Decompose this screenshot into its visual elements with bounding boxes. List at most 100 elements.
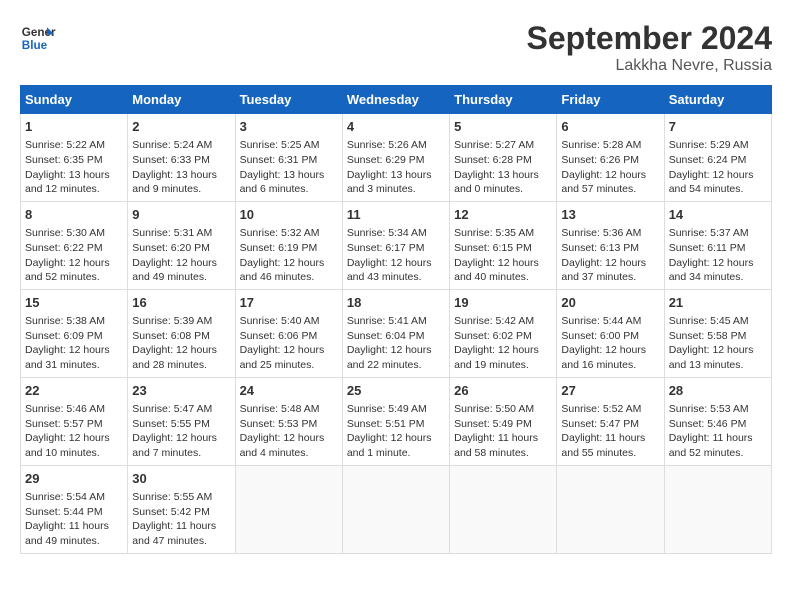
day-number: 10 <box>240 206 338 224</box>
calendar-cell: 23Sunrise: 5:47 AMSunset: 5:55 PMDayligh… <box>128 377 235 465</box>
calendar-cell <box>450 465 557 553</box>
day-info: Sunrise: 5:45 AM <box>669 314 767 329</box>
day-info: Sunset: 6:17 PM <box>347 241 445 256</box>
day-info: Daylight: 12 hours and 22 minutes. <box>347 343 445 372</box>
day-info: Sunrise: 5:52 AM <box>561 402 659 417</box>
calendar-cell: 22Sunrise: 5:46 AMSunset: 5:57 PMDayligh… <box>21 377 128 465</box>
day-number: 1 <box>25 118 123 136</box>
day-info: Daylight: 12 hours and 25 minutes. <box>240 343 338 372</box>
day-number: 21 <box>669 294 767 312</box>
day-info: Daylight: 12 hours and 34 minutes. <box>669 256 767 285</box>
day-number: 3 <box>240 118 338 136</box>
day-number: 5 <box>454 118 552 136</box>
day-info: Sunset: 6:08 PM <box>132 329 230 344</box>
day-info: Sunset: 6:29 PM <box>347 153 445 168</box>
calendar-cell <box>557 465 664 553</box>
day-info: Sunrise: 5:26 AM <box>347 138 445 153</box>
day-info: Sunset: 6:11 PM <box>669 241 767 256</box>
day-info: Daylight: 11 hours and 47 minutes. <box>132 519 230 548</box>
day-info: Sunset: 6:02 PM <box>454 329 552 344</box>
day-info: Sunset: 6:15 PM <box>454 241 552 256</box>
calendar-cell: 14 Sunrise: 5:37 AMSunset: 6:11 PMDayligh… <box>664 201 771 289</box>
day-header-wednesday: Wednesday <box>342 86 449 114</box>
calendar-cell: 29Sunrise: 5:54 AMSunset: 5:44 PMDayligh… <box>21 465 128 553</box>
calendar-cell: 9Sunrise: 5:31 AMSunset: 6:20 PMDaylight… <box>128 201 235 289</box>
day-info: Sunrise: 5:31 AM <box>132 226 230 241</box>
week-row-5: 29Sunrise: 5:54 AMSunset: 5:44 PMDayligh… <box>21 465 772 553</box>
day-number: 14 <box>669 206 767 224</box>
day-info: Sunset: 5:57 PM <box>25 417 123 432</box>
day-info: Sunset: 6:00 PM <box>561 329 659 344</box>
day-info: Sunset: 6:24 PM <box>669 153 767 168</box>
day-number: 20 <box>561 294 659 312</box>
day-info: Sunrise: 5:37 AM <box>669 226 767 241</box>
day-info: Sunset: 6:31 PM <box>240 153 338 168</box>
day-info: Daylight: 12 hours and 4 minutes. <box>240 431 338 460</box>
day-info: Sunrise: 5:32 AM <box>240 226 338 241</box>
day-number: 15 <box>25 294 123 312</box>
day-number: 29 <box>25 470 123 488</box>
calendar-cell: 24Sunrise: 5:48 AMSunset: 5:53 PMDayligh… <box>235 377 342 465</box>
day-info: Sunrise: 5:55 AM <box>132 490 230 505</box>
day-info: Sunrise: 5:29 AM <box>669 138 767 153</box>
week-row-2: 8Sunrise: 5:30 AMSunset: 6:22 PMDaylight… <box>21 201 772 289</box>
calendar-cell: 18Sunrise: 5:41 AMSunset: 6:04 PMDayligh… <box>342 289 449 377</box>
calendar-cell: 11Sunrise: 5:34 AMSunset: 6:17 PMDayligh… <box>342 201 449 289</box>
day-info: Sunrise: 5:24 AM <box>132 138 230 153</box>
day-info: Sunrise: 5:50 AM <box>454 402 552 417</box>
day-info: Sunrise: 5:42 AM <box>454 314 552 329</box>
day-info: Sunset: 6:04 PM <box>347 329 445 344</box>
day-info: Sunset: 6:28 PM <box>454 153 552 168</box>
day-info: Sunrise: 5:25 AM <box>240 138 338 153</box>
day-number: 26 <box>454 382 552 400</box>
calendar-cell: 8Sunrise: 5:30 AMSunset: 6:22 PMDaylight… <box>21 201 128 289</box>
day-number: 6 <box>561 118 659 136</box>
day-info: Daylight: 11 hours and 55 minutes. <box>561 431 659 460</box>
day-info: Daylight: 12 hours and 1 minute. <box>347 431 445 460</box>
calendar-cell: 16Sunrise: 5:39 AMSunset: 6:08 PMDayligh… <box>128 289 235 377</box>
day-header-friday: Friday <box>557 86 664 114</box>
calendar-cell: 17Sunrise: 5:40 AMSunset: 6:06 PMDayligh… <box>235 289 342 377</box>
day-info: Sunset: 5:44 PM <box>25 505 123 520</box>
day-info: Daylight: 12 hours and 54 minutes. <box>669 168 767 197</box>
day-info: Daylight: 12 hours and 49 minutes. <box>132 256 230 285</box>
day-info: Sunset: 6:20 PM <box>132 241 230 256</box>
calendar-cell: 21Sunrise: 5:45 AMSunset: 5:58 PMDayligh… <box>664 289 771 377</box>
day-info: Daylight: 13 hours and 9 minutes. <box>132 168 230 197</box>
day-info: Daylight: 12 hours and 10 minutes. <box>25 431 123 460</box>
day-number: 22 <box>25 382 123 400</box>
day-info: Daylight: 13 hours and 6 minutes. <box>240 168 338 197</box>
calendar-cell: 5 Sunrise: 5:27 AMSunset: 6:28 PMDaylight… <box>450 114 557 202</box>
day-header-thursday: Thursday <box>450 86 557 114</box>
day-number: 8 <box>25 206 123 224</box>
day-number: 13 <box>561 206 659 224</box>
day-info: Sunset: 6:13 PM <box>561 241 659 256</box>
day-info: Sunrise: 5:44 AM <box>561 314 659 329</box>
day-number: 16 <box>132 294 230 312</box>
svg-text:Blue: Blue <box>22 39 48 52</box>
day-info: Sunset: 5:47 PM <box>561 417 659 432</box>
month-title: September 2024 <box>527 20 772 57</box>
day-info: Sunrise: 5:35 AM <box>454 226 552 241</box>
day-info: Sunrise: 5:49 AM <box>347 402 445 417</box>
day-info: Sunrise: 5:34 AM <box>347 226 445 241</box>
calendar-cell: 6Sunrise: 5:28 AMSunset: 6:26 PMDaylight… <box>557 114 664 202</box>
day-info: Sunrise: 5:27 AM <box>454 138 552 153</box>
day-info: Daylight: 12 hours and 13 minutes. <box>669 343 767 372</box>
logo: General Blue <box>20 20 56 56</box>
day-number: 7 <box>669 118 767 136</box>
day-info: Sunset: 5:46 PM <box>669 417 767 432</box>
title-area: September 2024 Lakkha Nevre, Russia <box>527 20 772 75</box>
calendar-cell: 25Sunrise: 5:49 AMSunset: 5:51 PMDayligh… <box>342 377 449 465</box>
calendar-cell: 30Sunrise: 5:55 AMSunset: 5:42 PMDayligh… <box>128 465 235 553</box>
day-info: Daylight: 12 hours and 57 minutes. <box>561 168 659 197</box>
day-info: Daylight: 11 hours and 58 minutes. <box>454 431 552 460</box>
day-info: Daylight: 13 hours and 3 minutes. <box>347 168 445 197</box>
day-info: Sunset: 6:19 PM <box>240 241 338 256</box>
day-info: Daylight: 12 hours and 43 minutes. <box>347 256 445 285</box>
day-number: 4 <box>347 118 445 136</box>
day-info: Sunset: 5:42 PM <box>132 505 230 520</box>
day-info: Daylight: 13 hours and 0 minutes. <box>454 168 552 197</box>
day-info: Sunset: 6:09 PM <box>25 329 123 344</box>
day-info: Sunrise: 5:39 AM <box>132 314 230 329</box>
